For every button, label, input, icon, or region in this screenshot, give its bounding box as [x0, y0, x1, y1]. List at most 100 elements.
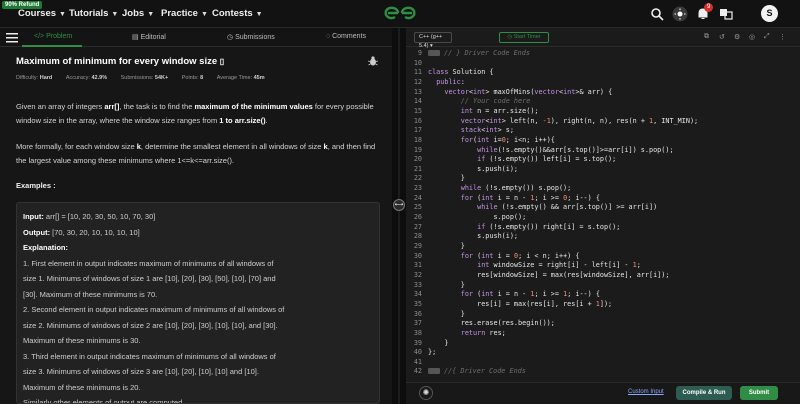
code-line[interactable]: } [428, 310, 465, 318]
line-number: 13 [413, 87, 422, 96]
line-number: 36 [413, 309, 422, 318]
code-line[interactable]: stack<int> s; [428, 126, 514, 134]
submissions-value: 54K+ [154, 75, 169, 81]
nav-jobs[interactable]: Jobs ▼ [122, 8, 154, 19]
line-number: 12 [413, 77, 422, 86]
line-number: 18 [413, 135, 422, 144]
submit-button[interactable]: Submit [740, 386, 778, 400]
line-number: 19 [413, 145, 422, 154]
tab-comments[interactable]: ◌ Comments [326, 33, 366, 40]
code-line[interactable]: res[i] = max(res[i], res[i + 1]); [428, 300, 612, 308]
explanation-label: Explanation: [23, 243, 69, 252]
example-output: Output: [70, 30, 20, 10, 10, 10, 10] [23, 227, 140, 237]
code-line[interactable]: // Your code here [428, 97, 531, 105]
code-area[interactable]: 9 // } Driver Code Ends 10 11 class Solution… [406, 47, 800, 382]
nav-courses[interactable]: Courses ▼ [18, 8, 66, 19]
nav-contests[interactable]: Contests ▼ [212, 8, 263, 19]
chevron-down-icon: ▼ [200, 11, 208, 18]
avg-time-value: 45m [253, 75, 265, 81]
code-line[interactable]: public: [428, 78, 465, 86]
editor-footer: ✺ Custom Input Compile & Run Submit [406, 382, 800, 404]
code-line[interactable]: if (!s.empty()) right[i] = s.top(); [428, 223, 620, 231]
code-line[interactable]: while (!s.empty()) s.pop(); [428, 184, 572, 192]
code-line[interactable]: if (!s.empty()) left[i] = s.top(); [428, 155, 616, 163]
code-line[interactable]: } [428, 242, 465, 250]
bug-report-icon[interactable] [368, 56, 378, 66]
line-number: 20 [413, 155, 422, 164]
document-icon: ▤ [132, 34, 141, 41]
divider-line [398, 28, 400, 404]
compile-run-button[interactable]: Compile & Run [676, 386, 732, 400]
line-number: 28 [413, 232, 422, 241]
tab-problem[interactable]: </> Problem [34, 33, 72, 40]
line-number: 17 [413, 126, 422, 135]
search-icon[interactable] [650, 7, 664, 21]
code-line[interactable]: while (!s.empty() && arr[s.top()] >= arr… [428, 203, 657, 211]
hint-bulb-icon[interactable]: ✺ [419, 386, 433, 400]
code-line[interactable]: } [428, 174, 465, 182]
tab-editorial[interactable]: ▤ Editorial [132, 33, 166, 41]
nav-practice[interactable]: Practice ▼ [161, 8, 208, 19]
menu-icon[interactable] [6, 32, 18, 43]
code-editor-panel: C++ (g++ 5.4) ▾ ◷ Start Timer ⧉ ↺ ⚙ ◎ ⤢ … [406, 28, 800, 404]
line-number: 25 [413, 203, 422, 212]
line-number: 16 [413, 116, 422, 125]
snippet-icon[interactable]: ◎ [749, 33, 755, 41]
settings-icon[interactable]: ⚙ [734, 33, 740, 41]
examples-heading: Examples : [16, 181, 56, 190]
more-icon[interactable]: ⋮ [779, 33, 786, 41]
code-line[interactable]: for (int i = 0; i < n; i++) { [428, 252, 580, 260]
code-line[interactable]: res[windowSize] = max(res[windowSize], a… [428, 271, 669, 279]
code-line[interactable]: for (int i = n - 1; i >= 0; i--) { [428, 194, 600, 202]
fold-marker-icon[interactable] [428, 50, 440, 56]
code-line[interactable]: while(!s.empty()&&arr[s.top()]>=arr[i]) … [428, 146, 673, 154]
code-line[interactable]: int n = arr.size(); [428, 107, 539, 115]
nav-tutorials[interactable]: Tutorials ▼ [69, 8, 118, 19]
code-line[interactable]: class Solution { [428, 68, 493, 76]
fullscreen-icon[interactable]: ⤢ [764, 33, 770, 41]
avatar[interactable]: S [761, 5, 778, 22]
code-line[interactable]: // } Driver Code Ends [444, 49, 530, 57]
line-number: 23 [413, 184, 422, 193]
reset-icon[interactable]: ↺ [719, 33, 725, 41]
tab-submissions[interactable]: ◷ Submissions [227, 33, 275, 41]
code-line[interactable]: vector<int> left(n, -1), right(n, n), re… [428, 117, 698, 125]
code-line[interactable]: res.erase(res.begin()); [428, 319, 555, 327]
explanation-line: Maximum of these minimums is 20. [23, 382, 141, 392]
code-line[interactable]: for(int i=0; i<n; i++){ [428, 136, 555, 144]
chevron-down-icon: ▼ [255, 11, 263, 18]
code-line[interactable]: s.push(i); [428, 165, 518, 173]
top-navbar: 90% Refund Courses ▼ Tutorials ▼ Jobs ▼ Pra… [0, 0, 800, 28]
code-line[interactable]: }; [428, 348, 436, 356]
resize-handle-icon[interactable]: ⟷ [393, 199, 405, 211]
fold-marker-icon[interactable] [428, 368, 440, 375]
translate-icon[interactable] [719, 7, 733, 21]
code-line[interactable]: int windowSize = right[i] - left[i] - 1; [428, 261, 641, 269]
copy-icon[interactable]: ⧉ [704, 33, 709, 41]
chevron-down-icon: ▼ [147, 11, 155, 18]
code-line[interactable]: } [428, 281, 465, 289]
code-line[interactable]: for (int i = n - 1; i >= 1; i--) { [428, 290, 600, 298]
bookmark-icon[interactable]: ▯ [220, 57, 224, 66]
code-line[interactable]: return res; [428, 329, 506, 337]
code-line[interactable]: s.pop(); [428, 213, 526, 221]
start-timer-button[interactable]: ◷ Start Timer [499, 32, 549, 43]
code-line[interactable]: vector<int> maxOfMins(vector<int>& arr) … [428, 88, 612, 96]
problem-description-2: More formally, for each window size k, d… [16, 142, 376, 165]
line-number: 34 [413, 290, 422, 299]
explanation-line: [30]. Maximum of these minimums is 70. [23, 289, 158, 299]
code-line[interactable]: } [428, 339, 448, 347]
line-number: 31 [413, 261, 422, 270]
problem-title: Maximum of minimum for every window size… [16, 56, 225, 67]
line-number: 21 [413, 164, 422, 173]
code-line[interactable]: s.push(i); [428, 232, 518, 240]
custom-input-link[interactable]: Custom Input [628, 389, 664, 395]
difficulty-value: Hard [39, 75, 53, 81]
gfg-logo-icon[interactable] [380, 3, 420, 23]
line-number: 24 [413, 193, 422, 202]
problem-tabs: </> Problem ▤ Editorial ◷ Submissions ◌ … [0, 28, 392, 47]
explanation-line: size 1. Minimums of windows of size 1 ar… [23, 274, 276, 283]
theme-toggle-icon[interactable] [672, 6, 688, 22]
language-select[interactable]: C++ (g++ 5.4) ▾ [414, 32, 452, 49]
code-line[interactable]: //{ Driver Code Ends [444, 367, 526, 375]
